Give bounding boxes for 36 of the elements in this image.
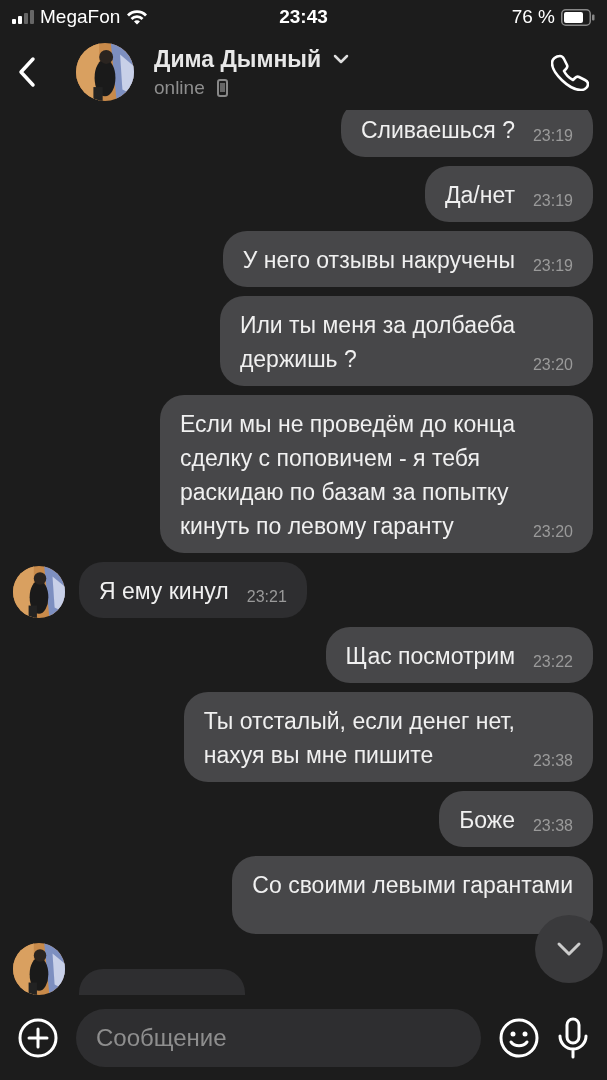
message-text: Я ему кинул: [99, 577, 229, 606]
message-time: 23:21: [246, 588, 287, 607]
message-text: Со своими левыми гарантами: [252, 871, 573, 900]
message-text: Или ты меня за долбаеба держишь ?: [239, 311, 515, 374]
message-text: Если мы не проведём до конца сделку с поповичем - я тебя раскидаю по базам за попытку кинуть по левому гаранту: [180, 410, 515, 541]
message-text: Ты отсталый, если денег нет, нахуя вы мне пишите: [203, 707, 515, 770]
message-time: 23:19: [532, 192, 573, 211]
battery-icon: [561, 8, 595, 26]
message-time: 23:38: [532, 752, 573, 771]
add-icon[interactable]: [18, 1017, 58, 1058]
message-time: 23:19: [532, 257, 573, 276]
presence-status: online: [154, 76, 205, 99]
chevron-down-icon: [556, 941, 582, 957]
message-time: 23:38: [532, 817, 573, 836]
message-text: Боже: [459, 806, 515, 835]
status-time: 23:43: [279, 6, 328, 28]
signal-icon: [12, 10, 34, 24]
call-icon[interactable]: [551, 53, 589, 91]
back-icon[interactable]: [18, 56, 36, 88]
battery-percent: 76 %: [511, 6, 555, 28]
message-text: У него отзывы накручены: [242, 246, 515, 275]
message-text: Да/нет: [444, 181, 515, 210]
phone-device-icon: [216, 78, 228, 97]
message-time: 23:19: [532, 127, 573, 146]
emoji-icon[interactable]: [499, 1017, 539, 1058]
wifi-icon: [126, 9, 149, 25]
contact-name[interactable]: Дима Дымный: [154, 45, 322, 73]
message-time: 23:22: [532, 653, 573, 672]
message-text: Сливаешься ?: [360, 116, 515, 145]
microphone-icon[interactable]: [557, 1016, 589, 1059]
message-time: 23:20: [532, 523, 573, 542]
message-time: 23:20: [532, 356, 573, 375]
message-input[interactable]: Сообщение: [76, 1008, 481, 1067]
chevron-down-icon[interactable]: [333, 54, 350, 64]
carrier-name: MegaFon: [40, 6, 121, 28]
message-text: Щас посмотрим: [345, 642, 515, 671]
